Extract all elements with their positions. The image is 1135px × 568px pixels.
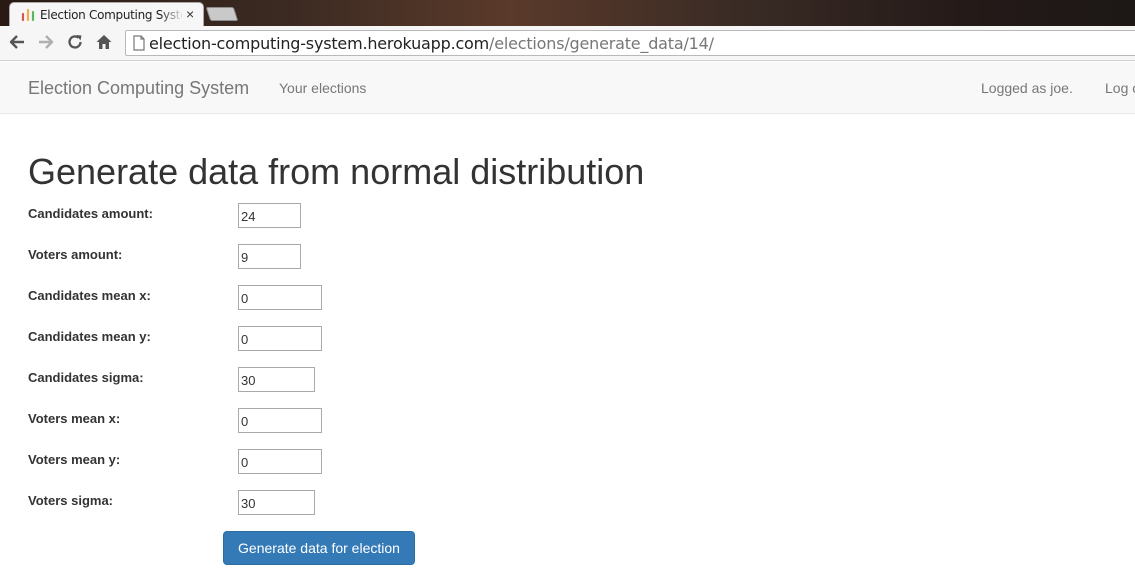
generate-data-button[interactable]: Generate data for election [223, 531, 415, 565]
candidates-mean-x-label: Candidates mean x: [28, 288, 151, 303]
forward-arrow-icon [39, 35, 54, 49]
nav-your-elections[interactable]: Your elections [279, 80, 366, 96]
browser-toolbar: election-computing-system.herokuapp.com/… [0, 26, 1135, 61]
browser-tab-strip: Election Computing System × [0, 0, 1135, 26]
voters-amount-input[interactable] [238, 244, 301, 269]
logout-link[interactable]: Log out [1105, 80, 1135, 96]
candidates-sigma-label: Candidates sigma: [28, 370, 144, 385]
voters-sigma-input[interactable] [238, 490, 315, 515]
candidates-mean-y-input[interactable] [238, 326, 322, 351]
reload-button[interactable] [64, 31, 86, 53]
brand-link[interactable]: Election Computing System [28, 78, 249, 98]
voters-mean-y-label: Voters mean y: [28, 452, 121, 467]
tab-title-fade [160, 6, 184, 22]
candidates-sigma-input[interactable] [238, 367, 315, 392]
candidates-mean-x-input[interactable] [238, 285, 322, 310]
voters-amount-label: Voters amount: [28, 247, 123, 262]
voters-mean-x-input[interactable] [238, 408, 322, 433]
url-path: /elections/generate_data/14/ [489, 34, 714, 53]
candidates-mean-y-label: Candidates mean y: [28, 329, 151, 344]
url-host: election-computing-system.herokuapp.com [149, 34, 490, 53]
page-icon [132, 35, 146, 56]
forward-button[interactable] [35, 31, 57, 53]
candidates-amount-label: Candidates amount: [28, 206, 153, 221]
back-button[interactable] [6, 31, 28, 53]
home-button[interactable] [93, 31, 115, 53]
home-icon [96, 35, 112, 49]
app-navbar: Election Computing System Your elections… [0, 62, 1135, 114]
candidates-amount-input[interactable] [238, 203, 301, 228]
voters-mean-x-label: Voters mean x: [28, 411, 121, 426]
new-tab-button[interactable] [205, 7, 239, 21]
voters-mean-y-input[interactable] [238, 449, 322, 474]
url-text: election-computing-system.herokuapp.com/… [149, 34, 714, 54]
back-arrow-icon [9, 35, 24, 49]
logged-user-text: Logged as joe. [981, 80, 1073, 96]
reload-icon [68, 35, 82, 49]
close-tab-icon[interactable]: × [186, 6, 194, 22]
page-title: Generate data from normal distribution [28, 151, 645, 192]
browser-tab[interactable]: Election Computing System × [9, 2, 204, 26]
address-bar[interactable]: election-computing-system.herokuapp.com/… [125, 30, 1135, 56]
voters-sigma-label: Voters sigma: [28, 493, 114, 508]
site-favicon-icon [21, 8, 35, 22]
